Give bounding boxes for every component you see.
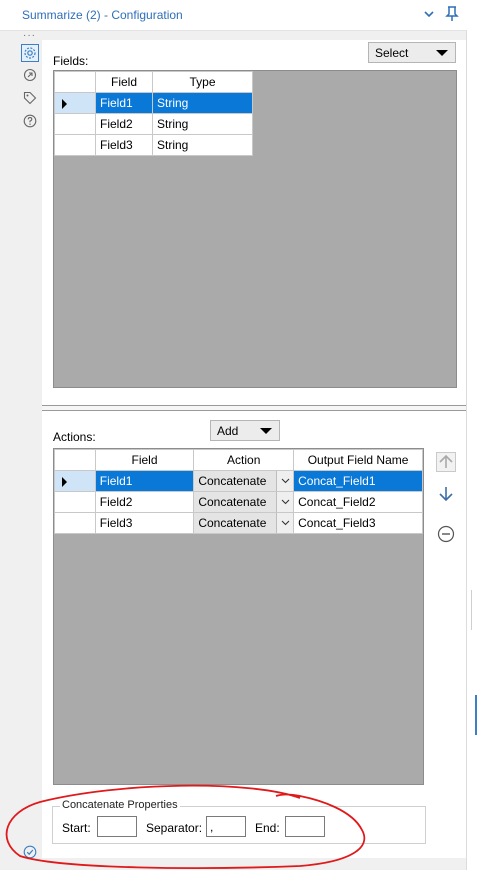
output-field-cell[interactable]: Concat_Field3 [293,512,423,534]
concatenate-properties-title: Concatenate Properties [60,799,180,811]
output-field-cell[interactable]: Concat_Field2 [293,491,423,513]
scroll-thumb[interactable] [471,590,478,630]
action-value: Concatenate [198,516,267,530]
row-selector[interactable] [54,113,96,135]
pin-icon[interactable] [443,5,461,23]
separator-label: Separator: [146,821,203,835]
row-selector[interactable] [54,134,96,156]
chevron-down-icon[interactable] [276,513,294,533]
field-cell[interactable]: Field2 [95,113,153,135]
row-selector[interactable] [54,92,96,114]
table-row[interactable]: Field1 String [54,92,253,114]
column-header-field[interactable]: Field [94,449,195,471]
fields-label: Fields: [53,54,89,68]
title-bar: Summarize (2) - Configuration [0,0,479,31]
table-row[interactable]: Field1 Concatenate Concat_Field1 [54,470,423,492]
column-header-action[interactable]: Action [193,449,295,471]
field-cell[interactable]: Field3 [95,134,153,156]
caret-down-icon [260,428,272,434]
fields-header-row: Field Type [54,71,253,93]
start-label: Start: [62,821,91,835]
table-row[interactable]: Field3 Concatenate Concat_Field3 [54,512,423,534]
check-circle-icon[interactable] [21,843,39,861]
column-header-output-field-name[interactable]: Output Field Name [293,449,423,471]
start-input[interactable] [97,816,137,837]
tag-icon[interactable] [21,89,39,107]
output-field-cell[interactable]: Concat_Field1 [293,470,423,492]
remove-button[interactable] [435,523,457,545]
row-header-corner [54,71,96,93]
end-label: End: [255,821,280,835]
caret-down-icon [436,50,448,56]
action-combobox[interactable]: Concatenate [193,491,295,513]
chevron-down-icon[interactable] [420,5,438,23]
pane-splitter[interactable] [42,405,466,411]
action-combobox[interactable]: Concatenate [193,512,295,534]
table-row[interactable]: Field3 String [54,134,253,156]
row-selector[interactable] [54,512,96,534]
actions-grid[interactable]: Field Action Output Field Name Field1 Co… [53,448,424,785]
actions-label: Actions: [53,430,96,444]
type-cell[interactable]: String [152,134,253,156]
move-down-button[interactable] [435,483,457,505]
add-dropdown[interactable]: Add [210,420,280,441]
chevron-down-icon[interactable] [276,471,294,491]
field-cell[interactable]: Field3 [94,512,195,534]
table-row[interactable]: Field2 Concatenate Concat_Field2 [54,491,423,513]
column-header-type[interactable]: Type [152,71,253,93]
actions-header-row: Field Action Output Field Name [54,449,423,471]
add-dropdown-label: Add [217,424,239,438]
select-dropdown[interactable]: Select [368,42,456,63]
right-scroll-strip [466,30,479,870]
move-up-button[interactable] [435,451,457,473]
field-cell[interactable]: Field1 [95,92,153,114]
scroll-indicator[interactable] [475,695,479,735]
column-header-field[interactable]: Field [95,71,153,93]
gear-icon[interactable] [21,44,39,62]
window-title: Summarize (2) - Configuration [22,8,183,22]
chevron-down-icon[interactable] [276,492,294,512]
fields-grid[interactable]: Field Type Field1 String Field2 String F… [53,70,457,388]
action-value: Concatenate [198,474,267,488]
fields-table: Field Type Field1 String Field2 String F… [54,71,253,156]
refresh-arrow-icon[interactable] [21,66,39,84]
field-cell[interactable]: Field1 [94,470,195,492]
row-header-corner [54,449,96,471]
row-selector[interactable] [54,470,96,492]
action-combobox[interactable]: Concatenate [193,470,295,492]
type-cell[interactable]: String [152,113,253,135]
overflow-dots[interactable]: ··· [23,30,36,41]
current-row-arrow-icon [62,477,67,487]
select-dropdown-label: Select [375,46,409,60]
actions-table: Field Action Output Field Name Field1 Co… [54,449,423,534]
type-cell[interactable]: String [152,92,253,114]
field-cell[interactable]: Field2 [94,491,195,513]
separator-input[interactable] [206,816,246,837]
end-input[interactable] [285,816,325,837]
current-row-arrow-icon [62,99,67,109]
help-icon[interactable] [21,112,39,130]
action-value: Concatenate [198,495,267,509]
table-row[interactable]: Field2 String [54,113,253,135]
row-selector[interactable] [54,491,96,513]
